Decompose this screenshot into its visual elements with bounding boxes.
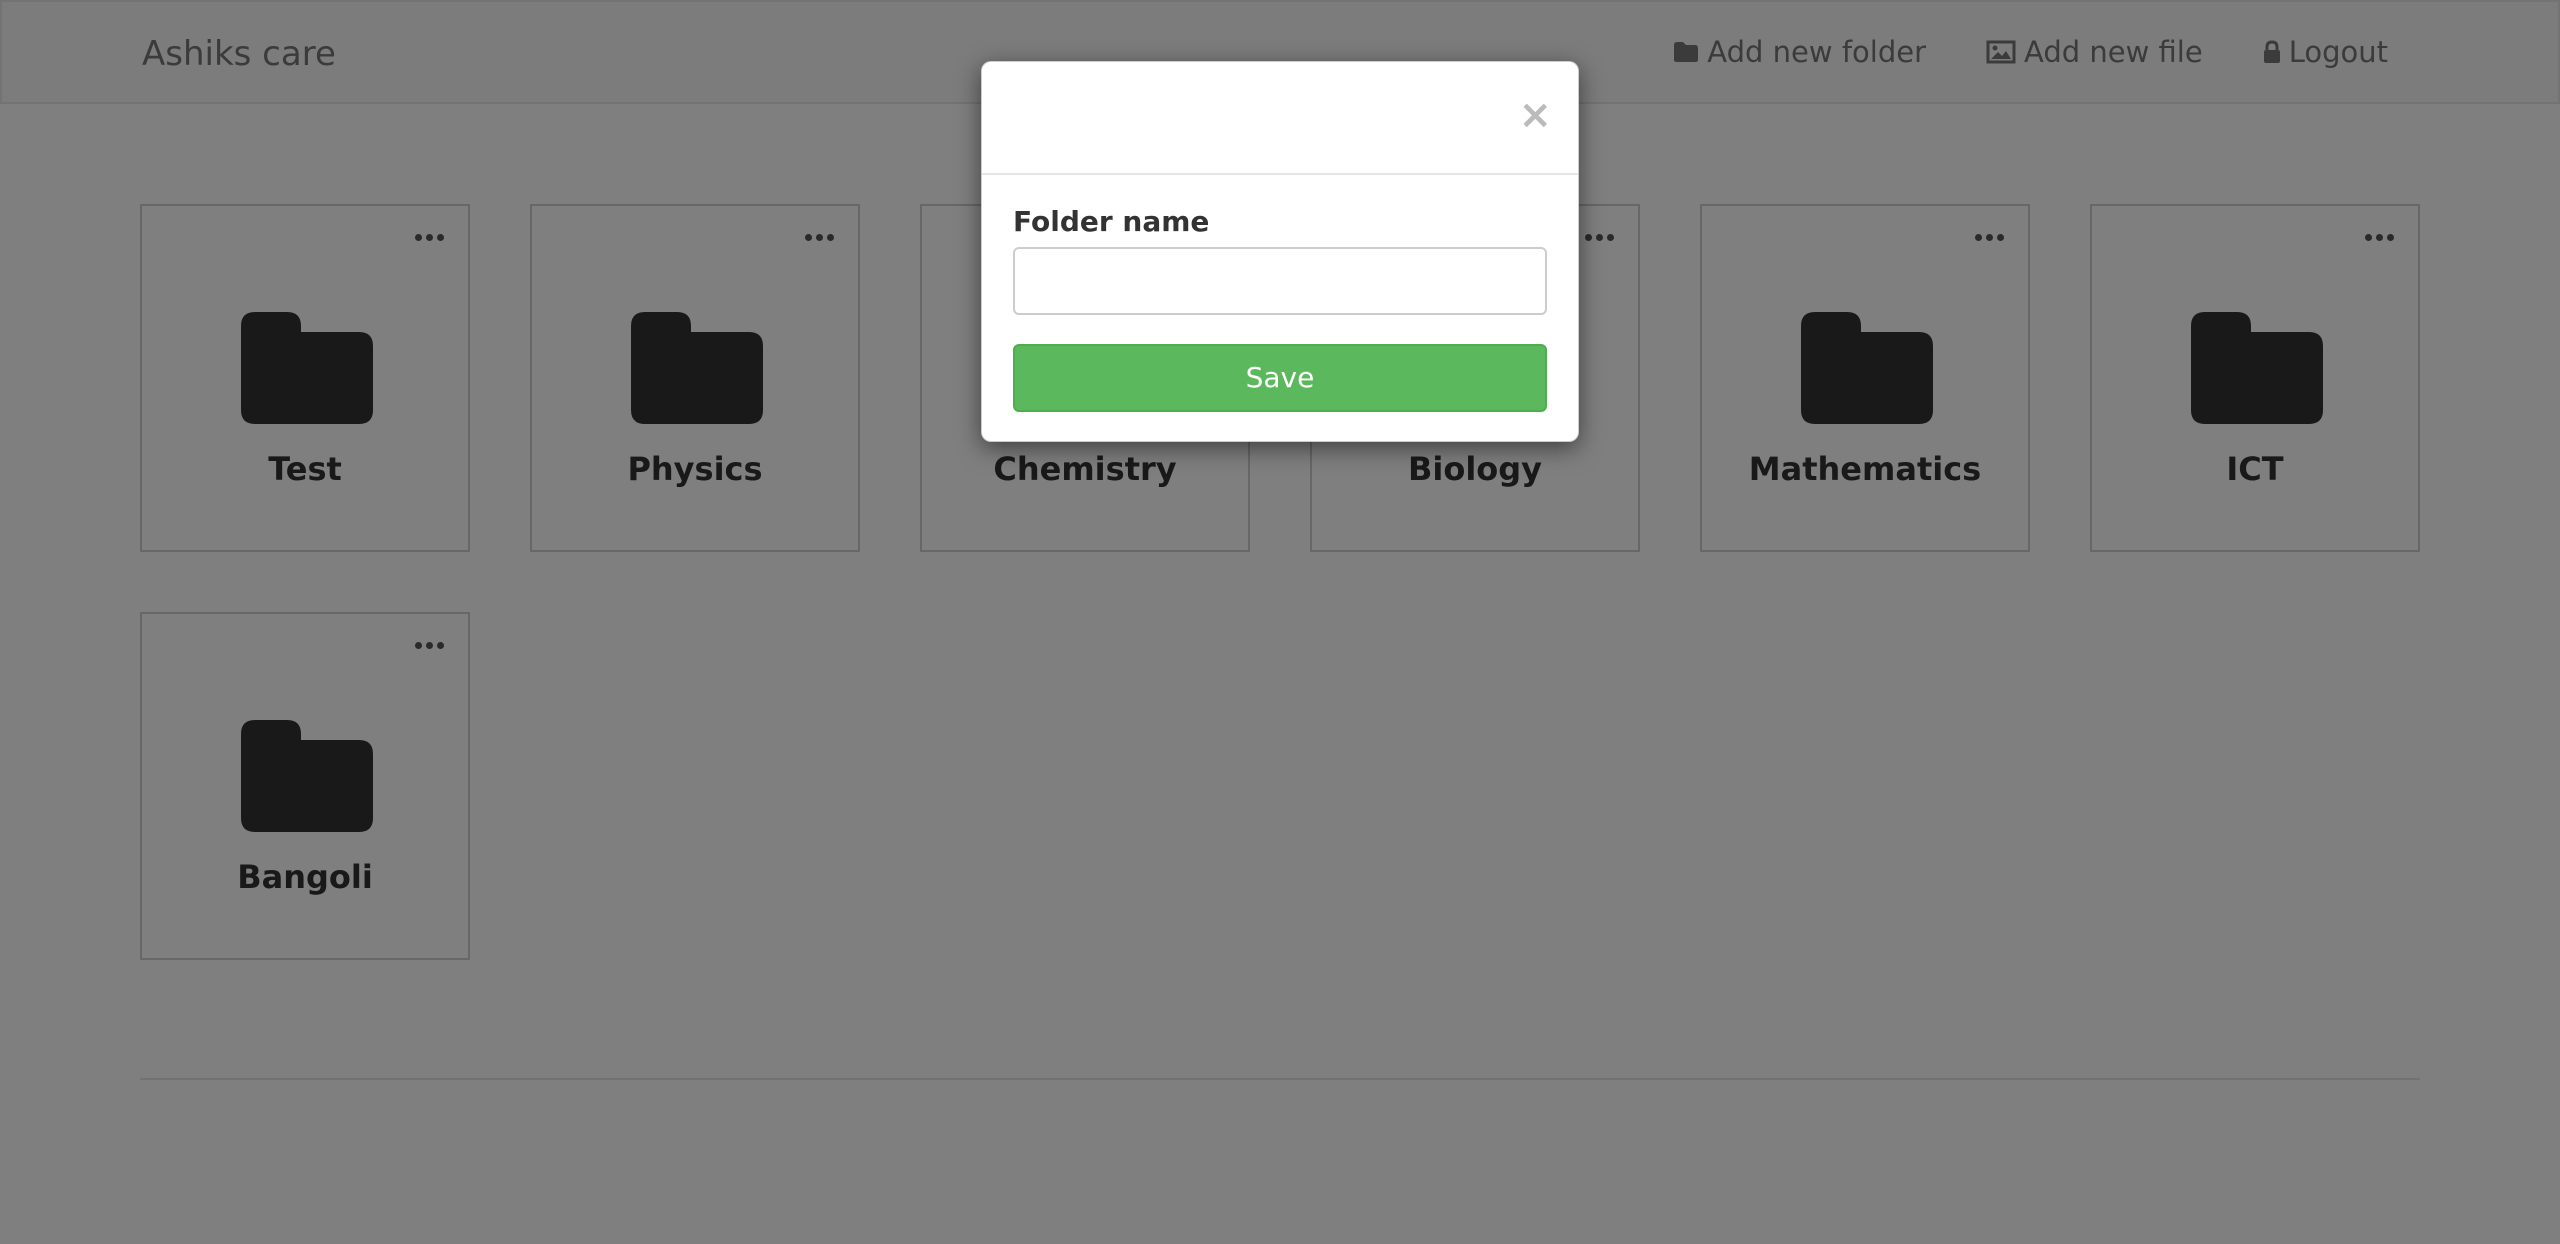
modal-header: × bbox=[982, 62, 1578, 175]
close-icon[interactable]: × bbox=[1518, 90, 1552, 140]
folder-name-input[interactable] bbox=[1013, 247, 1547, 315]
save-button[interactable]: Save bbox=[1013, 344, 1547, 412]
page: Ashiks care Add new folder Add new file bbox=[0, 0, 2560, 1244]
add-folder-modal: × Folder name Save bbox=[981, 61, 1579, 442]
folder-name-label: Folder name bbox=[1013, 205, 1210, 238]
